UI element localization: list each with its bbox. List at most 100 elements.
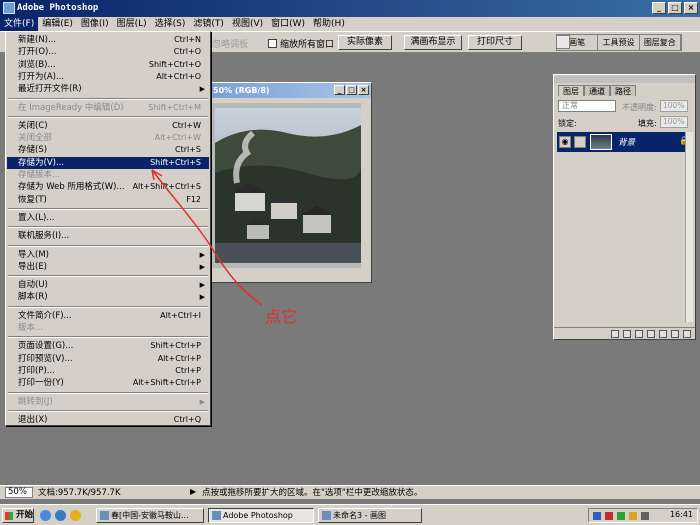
menu-item[interactable]: 编辑(E) — [38, 17, 77, 31]
tray-icon[interactable] — [617, 512, 625, 520]
file-menu-item[interactable]: 打印一份(Y) Alt+Shift+Ctrl+P — [7, 377, 209, 389]
maximize-button[interactable]: □ — [668, 2, 682, 14]
task-icon — [322, 511, 331, 520]
submenu-arrow-icon: ▶ — [199, 397, 205, 406]
menu-shortcut: Alt+Ctrl+O — [156, 71, 201, 81]
file-menu-item[interactable]: 打印预览(V)... Alt+Ctrl+P — [7, 353, 209, 365]
brush-icon[interactable] — [574, 136, 586, 148]
file-menu-item[interactable]: 存储为 Web 所用格式(W)... Alt+Shift+Ctrl+S — [7, 181, 209, 193]
submenu-arrow-icon: ▶ — [199, 85, 205, 94]
menu-item[interactable]: 滤镜(T) — [189, 17, 228, 31]
start-button[interactable]: 开始 — [2, 508, 34, 523]
layers-scrollbar[interactable] — [685, 132, 693, 322]
file-menu-item[interactable]: 新建(N)... Ctrl+N — [7, 34, 209, 46]
zoom-all-windows-checkbox[interactable]: 缩放所有窗口 — [268, 37, 334, 50]
ie-icon[interactable] — [40, 510, 51, 521]
opacity-field[interactable]: 100% — [660, 100, 688, 112]
browser-icon[interactable] — [55, 510, 66, 521]
link-layers-icon[interactable] — [611, 329, 619, 338]
task-photoshop[interactable]: Adobe Photoshop — [208, 508, 314, 523]
file-menu-item[interactable]: 退出(X) Ctrl+Q — [7, 414, 209, 426]
file-menu-item[interactable]: 打印(P)... Ctrl+P — [7, 365, 209, 377]
tray-icon[interactable] — [605, 512, 613, 520]
eye-icon[interactable]: ◉ — [559, 136, 571, 148]
menu-item-label: 恢复(T) — [18, 194, 47, 205]
well-tab-tool-presets[interactable]: 工具预设 — [598, 35, 640, 50]
fit-on-screen-button[interactable]: 满画布显示 — [404, 35, 462, 50]
document-canvas[interactable] — [207, 103, 361, 268]
file-menu-item[interactable]: 文件简介(F)... Alt+Ctrl+I — [7, 310, 209, 322]
fill-label: 填充: — [638, 119, 657, 128]
file-menu-item[interactable]: 置入(L)... — [7, 212, 209, 224]
tab-paths[interactable]: 路径 — [610, 85, 636, 96]
fill-field[interactable]: 100% — [660, 116, 688, 128]
doc-close-button[interactable]: × — [358, 85, 369, 95]
layer-thumbnail — [590, 134, 612, 150]
menu-item[interactable]: 选择(S) — [151, 17, 190, 31]
menu-shortcut: Ctrl+W — [172, 120, 201, 130]
well-tab-layer-comps[interactable]: 图层复合 — [639, 35, 681, 50]
doc-maximize-button[interactable]: □ — [346, 85, 357, 95]
menu-item-label: 页面设置(G)... — [18, 341, 74, 352]
tray-icon[interactable] — [593, 512, 601, 520]
doc-size-info[interactable]: 文档:957.7K/957.7K — [38, 487, 121, 499]
menu-item[interactable]: 窗口(W) — [267, 17, 309, 31]
menu-item[interactable]: 帮助(H) — [309, 17, 349, 31]
file-menu-item[interactable]: 关闭(C) Ctrl+W — [7, 120, 209, 132]
menu-item[interactable]: 视图(V) — [228, 17, 267, 31]
minimize-button[interactable]: _ — [652, 2, 666, 14]
close-button[interactable]: × — [684, 2, 698, 14]
status-arrow-icon[interactable]: ▶ — [190, 487, 196, 496]
task-browser[interactable]: 春[中国-安徽马鞍山... — [96, 508, 204, 523]
file-menu-item[interactable]: 最近打开文件(R) ▶ — [7, 83, 209, 95]
clock: 16:41 — [669, 510, 693, 519]
document-window: 50% (RGB/8) _ □ × — [200, 82, 372, 283]
volume-icon[interactable] — [641, 512, 649, 520]
tab-layers[interactable]: 图层 — [558, 85, 584, 96]
file-menu-item[interactable]: 页面设置(G)... Shift+Ctrl+P — [7, 340, 209, 352]
trash-icon[interactable] — [683, 329, 691, 338]
file-menu-item[interactable]: 存储为(V)... Shift+Ctrl+S — [7, 156, 209, 169]
menu-item-label: 导入(M) — [18, 249, 49, 260]
new-set-icon[interactable] — [647, 329, 655, 338]
file-menu-item[interactable]: 导入(M) ▶ — [7, 249, 209, 261]
tool-preset-icon[interactable] — [556, 35, 570, 49]
media-icon[interactable] — [70, 510, 81, 521]
layer-row-background[interactable]: ◉ 背景 🔒 — [557, 132, 692, 152]
new-adjustment-icon[interactable] — [659, 329, 667, 338]
actual-pixels-button[interactable]: 实际像素 — [338, 35, 392, 50]
file-menu-item[interactable]: 打开为(A)... Alt+Ctrl+O — [7, 71, 209, 83]
menu-item-label: 脚本(R) — [18, 292, 48, 303]
tab-channels[interactable]: 通道 — [584, 85, 610, 96]
file-menu-item[interactable]: 浏览(B)... Shift+Ctrl+O — [7, 59, 209, 71]
new-layer-icon[interactable] — [671, 329, 679, 338]
tray-icon[interactable] — [629, 512, 637, 520]
zoom-field[interactable]: 50% — [5, 487, 33, 498]
add-style-icon[interactable] — [623, 329, 631, 338]
menu-item[interactable]: 图层(L) — [113, 17, 151, 31]
task-icon — [212, 511, 221, 520]
menu-shortcut: Alt+Shift+Ctrl+S — [132, 182, 201, 192]
menu-item[interactable]: 图像(I) — [77, 17, 113, 31]
file-menu-item[interactable]: 打开(O)... Ctrl+O — [7, 46, 209, 58]
file-menu-item[interactable]: 脚本(R) ▶ — [7, 291, 209, 303]
blend-mode-select[interactable]: 正常 — [558, 100, 616, 112]
file-menu-item[interactable]: 联机服务(I)... — [7, 230, 209, 242]
add-mask-icon[interactable] — [635, 329, 643, 338]
taskbar: 开始 春[中国-安徽马鞍山... Adobe Photoshop 未命名3 - … — [0, 504, 700, 525]
menu-item-label: 存储为 Web 所用格式(W)... — [18, 182, 125, 193]
file-menu-item[interactable]: 恢复(T) F12 — [7, 194, 209, 206]
print-size-button[interactable]: 打印尺寸 — [468, 35, 522, 50]
layers-panel: 图层 通道 路径 正常 不透明度: 100% 锁定: 填充: 100% ◉ 背景… — [553, 74, 696, 340]
doc-minimize-button[interactable]: _ — [334, 85, 345, 95]
layer-name: 背景 — [618, 138, 636, 148]
checkbox-box[interactable] — [268, 39, 277, 48]
panel-drag-bar[interactable] — [554, 75, 695, 83]
menu-item[interactable]: 文件(F) — [0, 17, 39, 31]
task-paint[interactable]: 未命名3 - 画图 — [318, 508, 422, 523]
file-menu-item[interactable]: 自动(U) ▶ — [7, 279, 209, 291]
file-menu-item[interactable]: 导出(E) ▶ — [7, 261, 209, 273]
app-title-bar: Adobe Photoshop _ □ × — [0, 0, 700, 17]
menu-item-label: 文件简介(F)... — [18, 310, 72, 321]
file-menu-item[interactable]: 存储(S) Ctrl+S — [7, 144, 209, 156]
